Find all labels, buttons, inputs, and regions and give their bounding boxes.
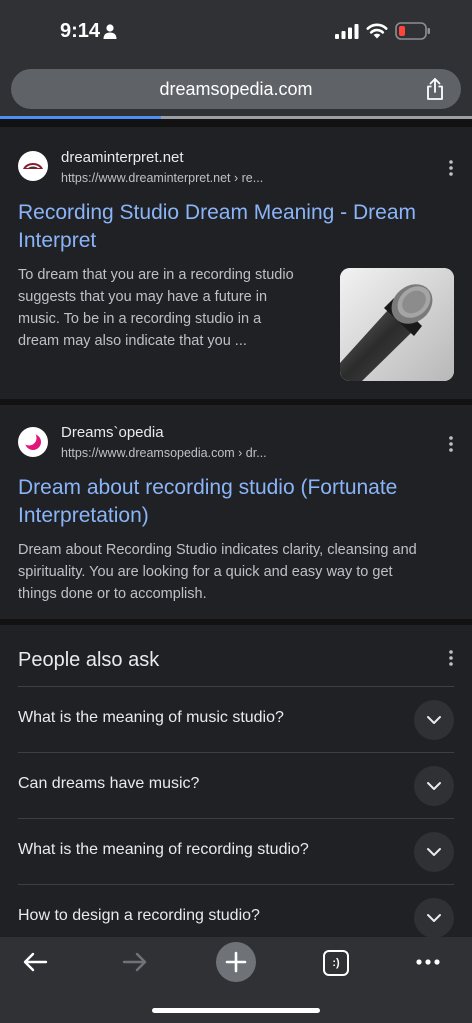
status-bar: 9:14 <box>0 0 472 62</box>
result-site-name[interactable]: dreaminterpret.net <box>61 149 184 166</box>
more-vert-icon[interactable] <box>448 435 454 453</box>
snippet-line: dream may also indicate that you ... <box>18 333 247 349</box>
chevron-down-icon[interactable] <box>414 766 454 806</box>
search-results[interactable]: dreaminterpret.net https://www.dreaminte… <box>0 119 472 937</box>
result-site-url[interactable]: https://www.dreamsopedia.com › dr... <box>61 446 267 460</box>
snippet-line: things done or to accomplish. <box>18 586 207 602</box>
back-arrow-icon[interactable] <box>22 951 48 973</box>
dreaminterpret-favicon-icon[interactable] <box>18 151 48 181</box>
menu-dots-icon[interactable] <box>415 958 441 966</box>
result-site-url[interactable]: https://www.dreaminterpret.net › re... <box>61 171 263 185</box>
battery-icon <box>395 22 430 40</box>
address-url[interactable]: dreamsopedia.com <box>11 79 461 100</box>
result-card: Dreams`opedia https://www.dreamsopedia.c… <box>0 405 472 619</box>
chevron-down-icon[interactable] <box>414 898 454 937</box>
result-snippet: Dream about Recording Studio indicates c… <box>18 539 417 605</box>
signal-icon <box>335 24 359 39</box>
new-tab-plus-icon[interactable] <box>215 941 257 983</box>
result-thumbnail-microphone[interactable] <box>340 268 454 381</box>
chevron-down-icon[interactable] <box>414 832 454 872</box>
paa-question[interactable]: How to design a recording studio? <box>18 884 454 937</box>
result-site-name[interactable]: Dreams`opedia <box>61 424 164 441</box>
snippet-line: suggests that you may have a future in <box>18 289 268 305</box>
snippet-line: To dream that you are in a recording stu… <box>18 267 294 283</box>
result-title-line[interactable]: Dream about recording studio (Fortunate <box>18 474 397 502</box>
more-vert-icon[interactable] <box>448 649 454 667</box>
share-icon[interactable] <box>425 77 445 101</box>
result-title-line[interactable]: Interpretation) <box>18 502 397 530</box>
tabs-icon[interactable]: :) <box>323 950 349 976</box>
paa-question[interactable]: What is the meaning of recording studio? <box>18 818 454 884</box>
person-icon <box>103 24 117 39</box>
result-title-line[interactable]: Interpret <box>18 227 416 255</box>
paa-question-text[interactable]: How to design a recording studio? <box>18 907 260 925</box>
result-title[interactable]: Recording Studio Dream Meaning - Dream I… <box>18 199 416 255</box>
snippet-line: music. To be in a recording studio in a <box>18 311 262 327</box>
result-card: dreaminterpret.net https://www.dreaminte… <box>0 127 472 399</box>
home-indicator[interactable] <box>152 1008 320 1013</box>
people-also-ask: People also ask What is the meaning of m… <box>0 625 472 937</box>
paa-question[interactable]: What is the meaning of music studio? <box>18 686 454 752</box>
snippet-line: spirituality. You are looking for a quic… <box>18 564 393 580</box>
result-snippet: To dream that you are in a recording stu… <box>18 264 294 352</box>
paa-question[interactable]: Can dreams have music? <box>18 752 454 818</box>
address-area: dreamsopedia.com <box>0 62 472 118</box>
forward-arrow-icon[interactable] <box>122 951 148 973</box>
result-title-line[interactable]: Recording Studio Dream Meaning - Dream <box>18 199 416 227</box>
status-time: 9:14 <box>60 20 101 42</box>
result-title[interactable]: Dream about recording studio (Fortunate … <box>18 474 397 530</box>
more-vert-icon[interactable] <box>448 159 454 177</box>
paa-question-text[interactable]: What is the meaning of music studio? <box>18 709 284 727</box>
paa-heading: People also ask <box>18 649 160 671</box>
chevron-down-icon[interactable] <box>414 700 454 740</box>
wifi-icon <box>366 23 388 39</box>
paa-question-text[interactable]: Can dreams have music? <box>18 775 199 793</box>
address-bar[interactable]: dreamsopedia.com <box>11 69 461 109</box>
dreamsopedia-favicon-icon[interactable] <box>18 427 48 457</box>
snippet-line: Dream about Recording Studio indicates c… <box>18 542 417 558</box>
paa-question-text[interactable]: What is the meaning of recording studio? <box>18 841 309 859</box>
